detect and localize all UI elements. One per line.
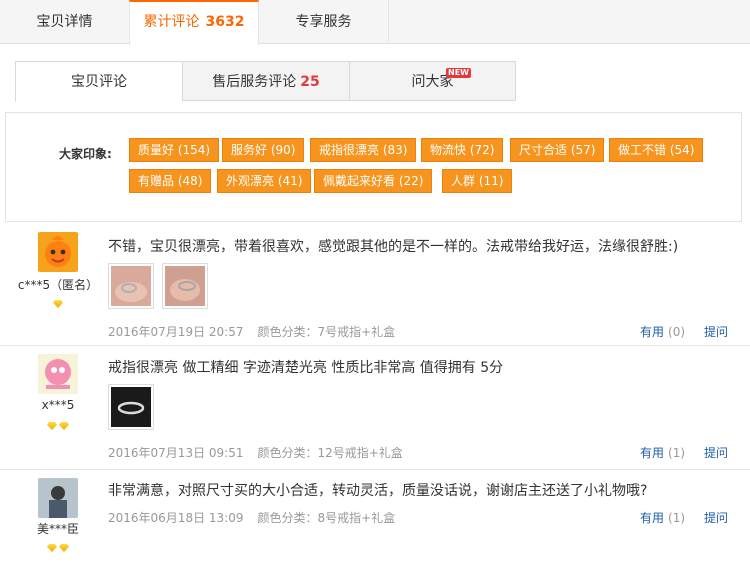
review-date: 2016年07月13日 09:51 (108, 446, 244, 460)
subtab-ask-everyone[interactable]: 问大家 NEW (349, 61, 516, 101)
user-level (0, 297, 116, 311)
impression-tag[interactable]: 服务好 (90) (222, 138, 305, 162)
ask-link[interactable]: 提问 (704, 323, 728, 340)
tab-reviews[interactable]: 累计评论 3632 (129, 0, 259, 45)
useful-label: 有用 (640, 446, 665, 460)
subtab-after-sale-reviews[interactable]: 售后服务评论 25 (182, 61, 350, 101)
avatar[interactable] (38, 232, 78, 272)
sub-tab-bar: 宝贝评论 售后服务评论 25 问大家 NEW (0, 61, 750, 102)
impression-tag[interactable]: 有赠品 (48) (129, 169, 212, 193)
tab-label: 宝贝详情 (36, 14, 93, 30)
review-spec: 颜色分类：8号戒指+礼盒 (257, 511, 396, 525)
useful-button[interactable]: 有用 (1) (640, 444, 685, 461)
review-meta: 2016年07月13日 09:51 颜色分类：12号戒指+礼盒 (108, 444, 403, 461)
avatar-icon (38, 354, 78, 394)
useful-label: 有用 (640, 325, 665, 339)
user-level (0, 541, 116, 555)
review-item: 美***臣 非常满意，对照尺寸买的大小合适，转动灵活，质量没话说，谢谢店主还送了… (0, 471, 750, 567)
diamond-icon (47, 544, 57, 552)
avatar[interactable] (38, 478, 78, 518)
impression-tag[interactable]: 戒指很漂亮 (83) (310, 138, 417, 162)
avatar[interactable] (38, 354, 78, 394)
diamond-icon (53, 300, 63, 308)
review-text: 不错，宝贝很漂亮，带着很喜欢，感觉跟其他的是不一样的。法戒带给我好运，法缘很舒胜… (108, 239, 679, 255)
impression-tag[interactable]: 外观漂亮 (41) (217, 169, 312, 193)
username: 美***臣 (36, 522, 79, 536)
review-date: 2016年06月18日 13:09 (108, 511, 244, 525)
avatar-icon (38, 232, 78, 272)
diamond-icon (59, 422, 69, 430)
username: x***5 (41, 398, 75, 412)
impression-tag[interactable]: 质量好 (154) (129, 138, 220, 162)
subtab-item-reviews[interactable]: 宝贝评论 (15, 61, 183, 102)
review-meta: 2016年06月18日 13:09 颜色分类：8号戒指+礼盒 (108, 509, 395, 526)
useful-count: (1) (668, 446, 686, 460)
review-item: x***5 戒指很漂亮 做工精细 字迹清楚光亮 性质比非常高 值得拥有 5分 2… (0, 347, 750, 470)
impression-tag[interactable]: 人群 (11) (442, 169, 513, 193)
subtab-label: 宝贝评论 (71, 74, 127, 90)
tab-label: 累计评论 (143, 14, 200, 30)
subtab-label: 售后服务评论 (212, 74, 297, 90)
after-sale-count: 25 (300, 74, 320, 90)
impressions-label: 大家印象: (59, 147, 112, 161)
useful-count: (0) (668, 325, 686, 339)
useful-label: 有用 (640, 511, 665, 525)
review-date: 2016年07月19日 20:57 (108, 325, 244, 339)
diamond-icon (47, 422, 57, 430)
new-badge: NEW (446, 68, 471, 78)
ring-photo-image (165, 266, 205, 306)
tab-exclusive-service[interactable]: 专享服务 (259, 0, 389, 44)
review-count: 3632 (205, 14, 245, 30)
diamond-icon (59, 544, 69, 552)
impression-tag[interactable]: 做工不错 (54) (609, 138, 704, 162)
ring-photo-image (111, 387, 151, 427)
impression-tag[interactable]: 尺寸合适 (57) (510, 138, 605, 162)
review-photo[interactable] (162, 263, 208, 309)
tab-label: 专享服务 (295, 14, 352, 30)
review-text: 戒指很漂亮 做工精细 字迹清楚光亮 性质比非常高 值得拥有 5分 (108, 360, 504, 376)
ask-link[interactable]: 提问 (704, 509, 728, 526)
ask-link[interactable]: 提问 (704, 444, 728, 461)
avatar-icon (38, 478, 78, 518)
useful-button[interactable]: 有用 (1) (640, 509, 685, 526)
impression-tag[interactable]: 佩戴起来好看 (22) (314, 169, 433, 193)
useful-count: (1) (668, 511, 686, 525)
impressions-panel: 大家印象: 质量好 (154) 服务好 (90) 戒指很漂亮 (83) 物流快 … (5, 112, 742, 222)
review-photo[interactable] (108, 384, 154, 430)
top-tab-bar: 宝贝详情 累计评论 3632 专享服务 (0, 0, 750, 45)
review-meta: 2016年07月19日 20:57 颜色分类：7号戒指+礼盒 (108, 323, 395, 340)
ring-photo-image (111, 266, 151, 306)
review-text: 非常满意，对照尺寸买的大小合适，转动灵活，质量没话说，谢谢店主还送了小礼物哦? (108, 483, 648, 499)
review-spec: 颜色分类：12号戒指+礼盒 (257, 446, 403, 460)
tab-item-details[interactable]: 宝贝详情 (0, 0, 130, 44)
review-photo[interactable] (108, 263, 154, 309)
review-item: c***5（匿名） 不错，宝贝很漂亮，带着很喜欢，感觉跟其他的是不一样的。法戒带… (0, 226, 750, 346)
user-level (0, 419, 116, 433)
review-spec: 颜色分类：7号戒指+礼盒 (257, 325, 396, 339)
impression-tag[interactable]: 物流快 (72) (421, 138, 504, 162)
useful-button[interactable]: 有用 (0) (640, 323, 685, 340)
username: c***5（匿名） (17, 278, 99, 292)
